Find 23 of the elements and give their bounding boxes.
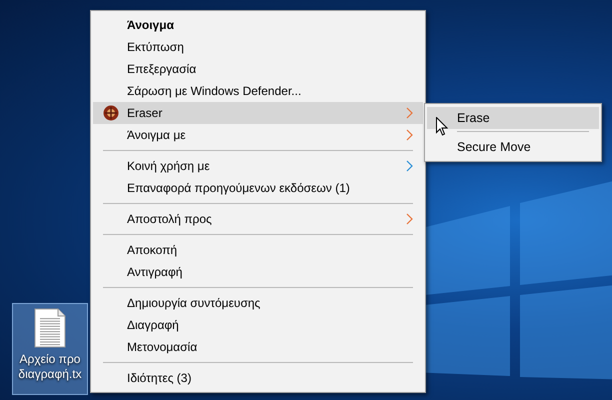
desktop-file-icon[interactable]: Αρχείο προ διαγραφή.tx <box>12 303 88 395</box>
menu-item[interactable]: Eraser <box>93 102 423 124</box>
menu-item[interactable]: Erase <box>427 107 599 129</box>
menu-item[interactable]: Αποκοπή <box>93 239 423 261</box>
file-name-label: Αρχείο προ <box>20 352 80 367</box>
menu-item[interactable]: Secure Move <box>427 136 599 158</box>
menu-item[interactable]: Κοινή χρήση με <box>93 155 423 177</box>
menu-item[interactable]: Ιδιότητες (3) <box>93 367 423 389</box>
menu-item[interactable]: Επαναφορά προηγούμενων εκδόσεων (1) <box>93 177 423 199</box>
menu-item[interactable]: Άνοιγμα με <box>93 124 423 146</box>
round-app-icon <box>103 105 119 121</box>
file-name-label: διαγραφή.tx <box>18 367 82 382</box>
menu-item[interactable]: Δημιουργία συντόμευσης <box>93 292 423 314</box>
text-document-icon <box>34 308 66 348</box>
menu-item[interactable]: Επεξεργασία <box>93 58 423 80</box>
menu-item[interactable]: Διαγραφή <box>93 314 423 336</box>
menu-item[interactable]: Αντιγραφή <box>93 261 423 283</box>
menu-item[interactable]: Αποστολή προς <box>93 208 423 230</box>
mouse-pointer-icon <box>436 117 448 136</box>
menu-item[interactable]: Άνοιγμα <box>93 14 423 36</box>
menu-item[interactable]: Μετονομασία <box>93 336 423 358</box>
menu-item[interactable]: Εκτύπωση <box>93 36 423 58</box>
menu-item[interactable]: Σάρωση με Windows Defender... <box>93 80 423 102</box>
